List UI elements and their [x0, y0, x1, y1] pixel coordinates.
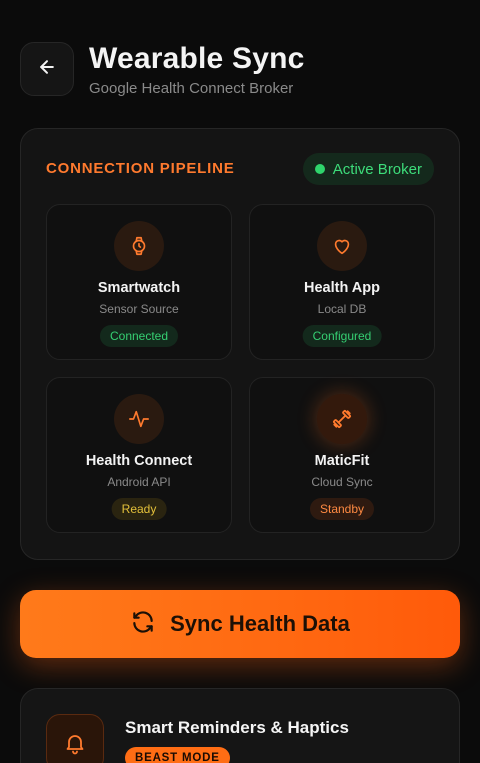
watch-icon	[114, 221, 164, 271]
node-health-app[interactable]: Health App Local DB Configured	[249, 204, 435, 360]
reminders-title: Smart Reminders & Haptics	[125, 718, 349, 737]
node-status-badge: Configured	[302, 325, 382, 347]
refresh-icon	[130, 609, 156, 640]
beast-mode-badge: BEAST MODE	[125, 747, 230, 763]
connection-pipeline-card: CONNECTION PIPELINE Active Broker Smartw…	[20, 128, 460, 560]
broker-status-badge: Active Broker	[302, 153, 434, 185]
node-subtitle: Local DB	[317, 302, 367, 316]
node-status-badge: Ready	[111, 498, 167, 520]
node-status-badge: Standby	[309, 498, 375, 520]
pulse-icon	[114, 394, 164, 444]
node-name: Health Connect	[85, 453, 193, 469]
back-button[interactable]	[20, 42, 74, 96]
bell-icon	[46, 714, 104, 763]
sync-health-data-button[interactable]: Sync Health Data	[20, 590, 460, 658]
node-status-badge: Connected	[99, 325, 179, 347]
smart-reminders-card[interactable]: Smart Reminders & Haptics BEAST MODE	[20, 688, 460, 763]
status-dot	[314, 164, 325, 174]
node-subtitle: Sensor Source	[99, 302, 179, 316]
node-name: MaticFit	[314, 453, 370, 469]
node-name: Smartwatch	[97, 280, 181, 296]
node-subtitle: Cloud Sync	[311, 475, 373, 489]
node-smartwatch[interactable]: Smartwatch Sensor Source Connected	[46, 204, 232, 360]
pipeline-heading: CONNECTION PIPELINE	[46, 160, 235, 177]
node-health-connect[interactable]: Health Connect Android API Ready	[46, 377, 232, 533]
page-title: Wearable Sync	[89, 42, 305, 75]
arrow-left-icon	[37, 57, 57, 82]
sync-button-label: Sync Health Data	[170, 611, 350, 636]
node-subtitle: Android API	[107, 475, 171, 489]
page-subtitle: Google Health Connect Broker	[89, 80, 294, 97]
dumbbell-icon	[317, 394, 367, 444]
broker-status-label: Active Broker	[332, 160, 422, 178]
node-maticfit[interactable]: MaticFit Cloud Sync Standby	[249, 377, 435, 533]
node-name: Health App	[304, 280, 380, 296]
heart-icon	[317, 221, 367, 271]
